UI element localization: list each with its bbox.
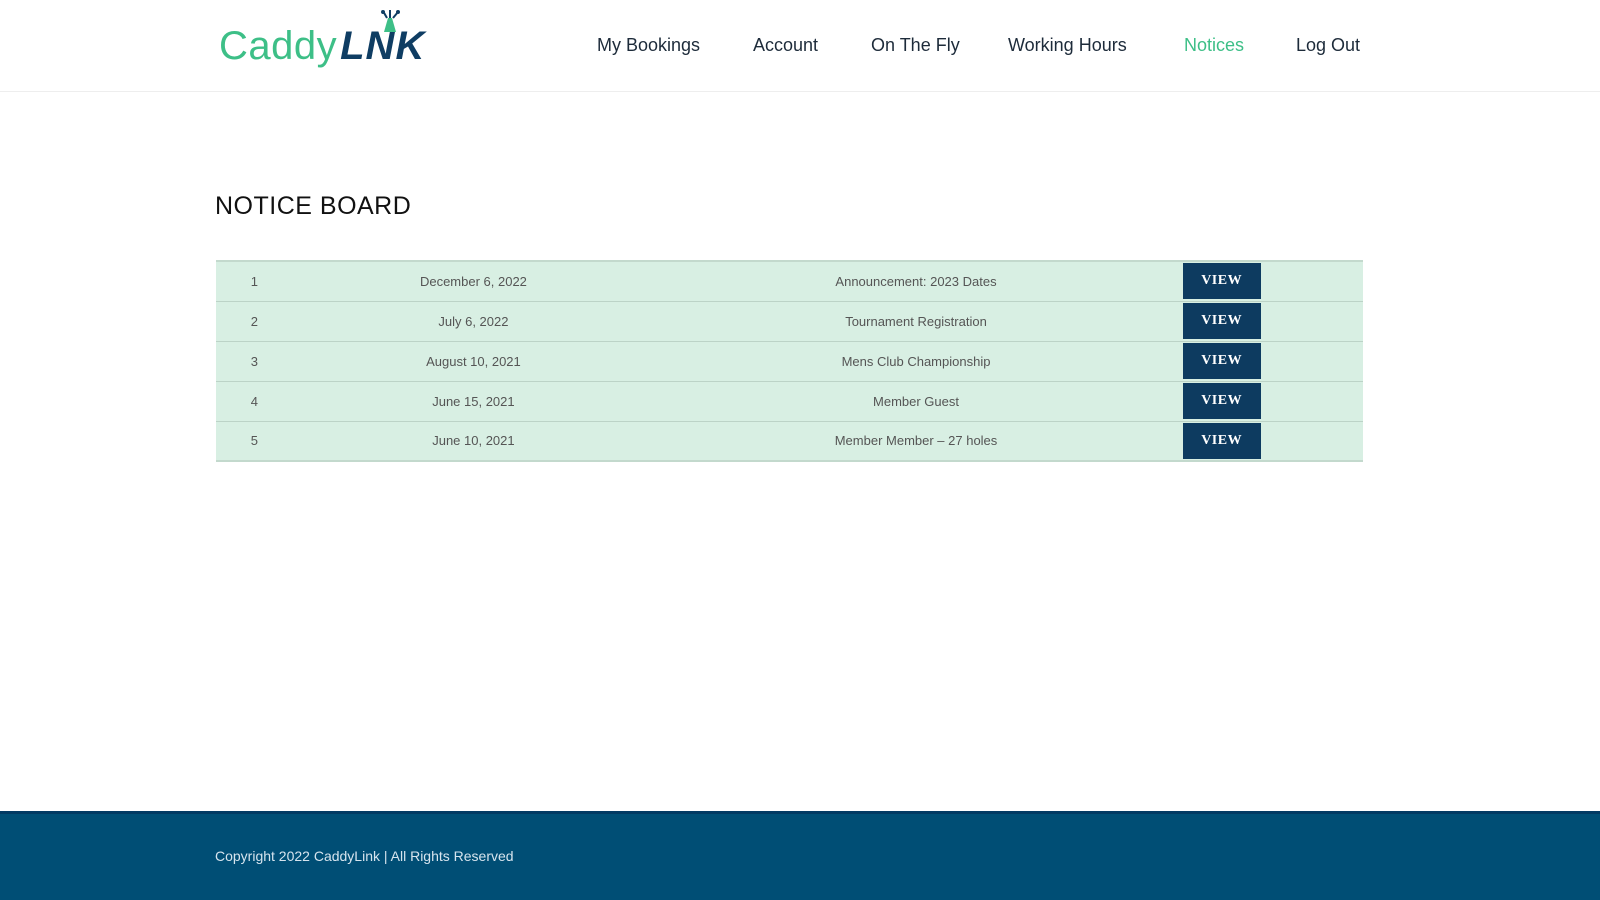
copyright-text: Copyright 2022 CaddyLink | All Rights Re… — [215, 848, 514, 864]
notice-action-cell: VIEW — [1178, 301, 1266, 341]
table-row: 5 June 10, 2021 Member Member – 27 holes… — [216, 421, 1363, 461]
notice-action-cell: VIEW — [1178, 381, 1266, 421]
notice-action-cell: VIEW — [1178, 421, 1266, 461]
row-padding — [1265, 381, 1363, 421]
table-row: 4 June 15, 2021 Member Guest VIEW — [216, 381, 1363, 421]
view-notice-button[interactable]: VIEW — [1182, 263, 1261, 300]
page-title: NOTICE BOARD — [215, 192, 412, 220]
notice-title: Tournament Registration — [845, 313, 987, 329]
notice-date: July 6, 2022 — [438, 313, 509, 329]
nav-account[interactable]: Account — [753, 30, 818, 60]
table-row: 1 December 6, 2022 Announcement: 2023 Da… — [216, 261, 1363, 301]
notice-date: December 6, 2022 — [419, 273, 527, 289]
notice-number: 1 — [250, 273, 258, 289]
row-padding — [1265, 261, 1363, 301]
notice-action-cell: VIEW — [1178, 261, 1266, 301]
nav-on-the-fly[interactable]: On The Fly — [871, 30, 960, 60]
notice-date: June 15, 2021 — [432, 393, 515, 409]
notice-title: Member Guest — [873, 393, 959, 409]
nav-notices[interactable]: Notices — [1184, 30, 1244, 60]
view-notice-button[interactable]: VIEW — [1182, 303, 1261, 339]
notice-title: Announcement: 2023 Dates — [835, 273, 997, 289]
notice-action-cell: VIEW — [1178, 341, 1266, 381]
notice-date: June 10, 2021 — [432, 433, 515, 449]
site-header: Caddy LNK My Bookings Account On The Fly… — [0, 0, 1600, 92]
notice-table: 1 December 6, 2022 Announcement: 2023 Da… — [216, 260, 1363, 462]
site-footer: Copyright 2022 CaddyLink | All Rights Re… — [0, 811, 1600, 900]
view-notice-button[interactable]: VIEW — [1182, 343, 1261, 379]
notice-number: 4 — [250, 393, 258, 409]
row-padding — [1265, 341, 1363, 381]
row-padding — [1265, 421, 1363, 461]
nav-log-out[interactable]: Log Out — [1296, 30, 1360, 60]
notice-title: Mens Club Championship — [841, 353, 991, 369]
notice-number: 3 — [250, 353, 258, 369]
notice-number: 2 — [250, 313, 258, 329]
view-notice-button[interactable]: VIEW — [1182, 422, 1261, 459]
table-row: 3 August 10, 2021 Mens Club Championship… — [216, 341, 1363, 381]
notice-title: Member Member – 27 holes — [834, 433, 998, 449]
notice-number: 5 — [250, 433, 258, 449]
table-row: 2 July 6, 2022 Tournament Registration V… — [216, 301, 1363, 341]
main-navigation: My Bookings Account On The Fly Working H… — [0, 30, 1600, 60]
nav-working-hours[interactable]: Working Hours — [1008, 30, 1127, 60]
row-padding — [1265, 301, 1363, 341]
view-notice-button[interactable]: VIEW — [1182, 383, 1261, 419]
nav-my-bookings[interactable]: My Bookings — [597, 30, 700, 60]
notice-date: August 10, 2021 — [426, 353, 521, 369]
